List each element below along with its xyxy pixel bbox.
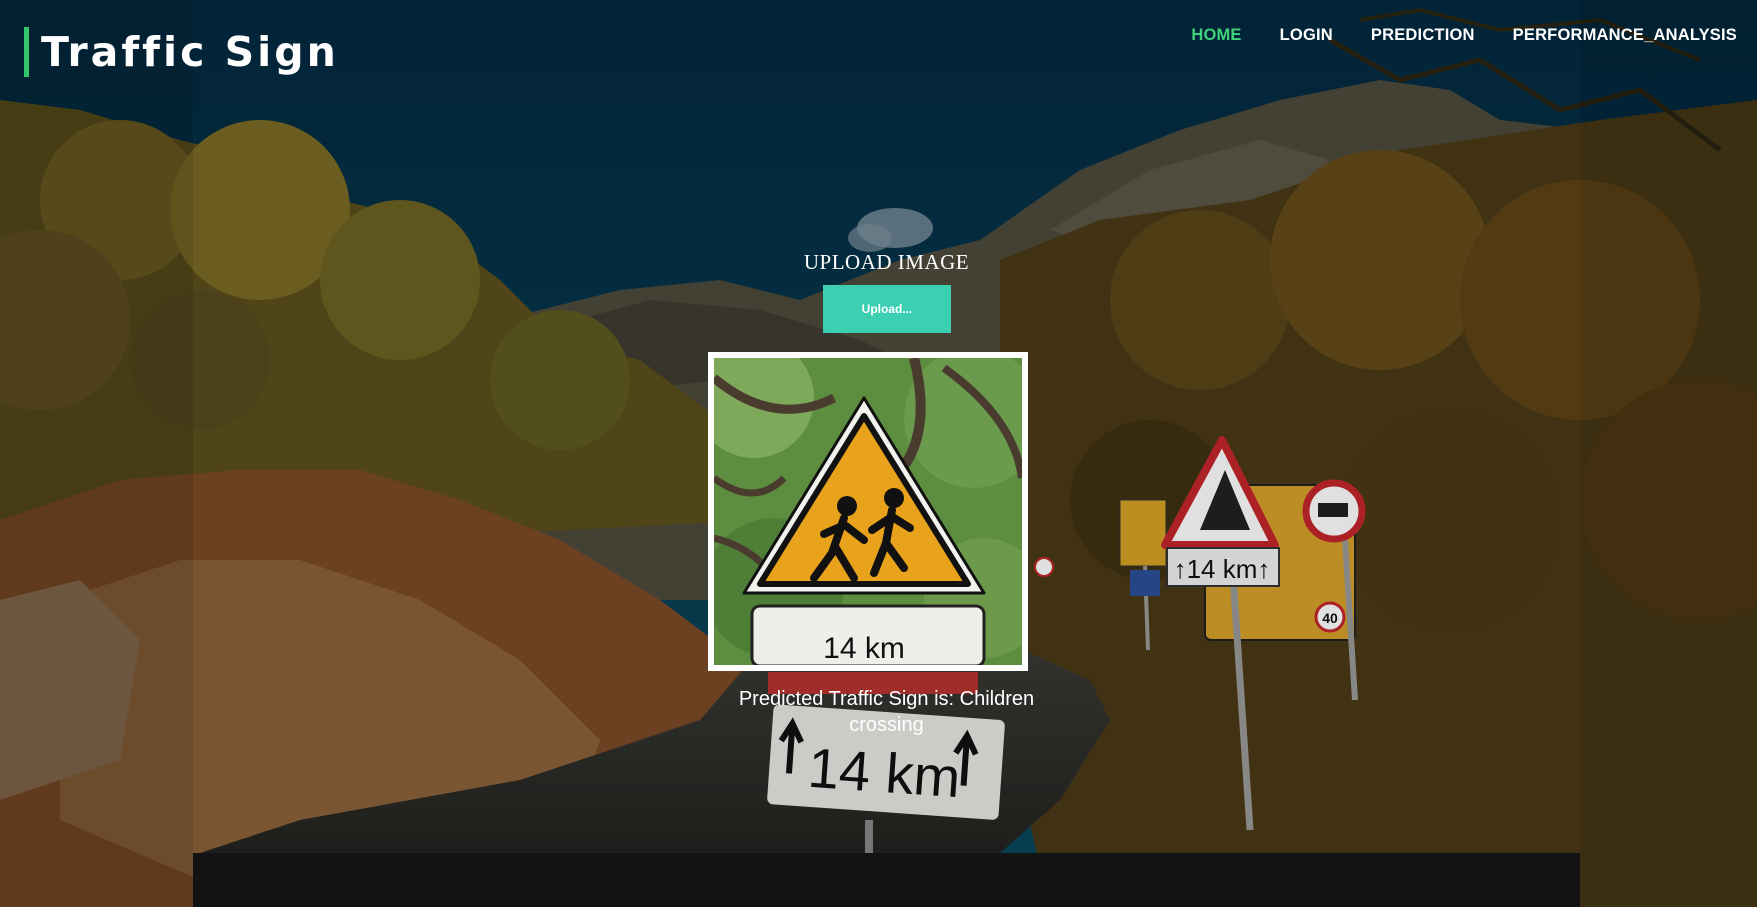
right-side-band	[1580, 0, 1757, 907]
nav-item-prediction[interactable]: PREDICTION	[1371, 26, 1475, 45]
upload-button[interactable]: Upload...	[823, 285, 951, 333]
brand-accent-bar	[24, 27, 29, 77]
upload-image-heading: UPLOAD IMAGE	[803, 250, 970, 274]
brand-title: Traffic Sign	[41, 28, 339, 76]
brand-logo[interactable]: Traffic Sign	[24, 27, 339, 77]
uploaded-image-preview-frame: 14 km	[708, 352, 1028, 671]
nav-item-performance-analysis[interactable]: PERFORMANCE_ANALYSIS	[1513, 26, 1737, 45]
children-crossing-sign-photo: 14 km	[714, 358, 1022, 665]
nav-item-login[interactable]: LOGIN	[1280, 26, 1333, 45]
svg-text:14 km: 14 km	[823, 632, 905, 665]
prediction-result-text: Predicted Traffic Sign is: Children cros…	[738, 688, 1035, 736]
footer-bar	[193, 853, 1580, 907]
left-side-band	[0, 0, 193, 907]
nav-item-home[interactable]: HOME	[1191, 26, 1241, 45]
main-nav: HOME LOGIN PREDICTION PERFORMANCE_ANALYS…	[1191, 26, 1737, 45]
uploaded-image-preview: 14 km	[714, 358, 1022, 665]
